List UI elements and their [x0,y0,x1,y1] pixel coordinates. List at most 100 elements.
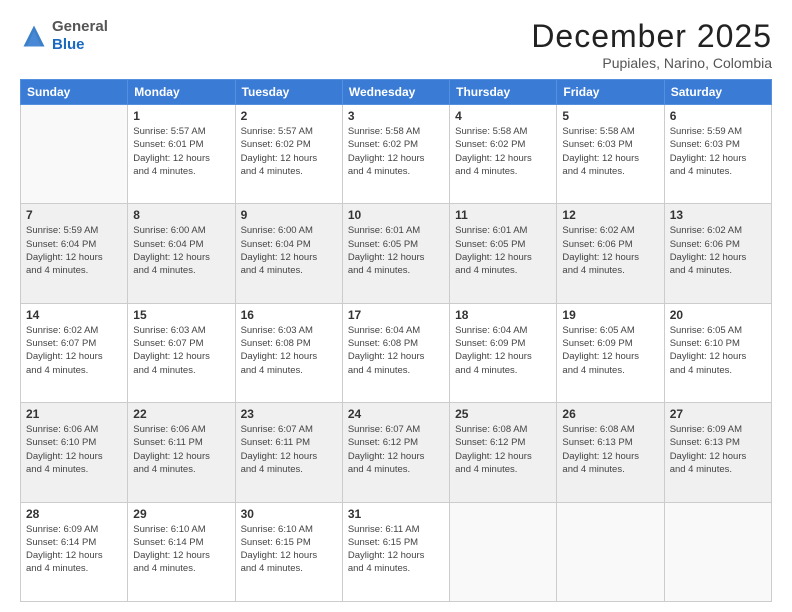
day-number: 29 [133,507,229,521]
day-number: 10 [348,208,444,222]
calendar-week-row: 21 Sunrise: 6:06 AM Sunset: 6:10 PM Dayli… [21,403,772,502]
day-info: Sunrise: 6:06 AM Sunset: 6:11 PM Dayligh… [133,423,229,476]
day-number: 25 [455,407,551,421]
day-info: Sunrise: 6:02 AM Sunset: 6:07 PM Dayligh… [26,324,122,377]
calendar-day-cell: 16 Sunrise: 6:03 AM Sunset: 6:08 PM Dayli… [235,303,342,402]
calendar-day-cell: 10 Sunrise: 6:01 AM Sunset: 6:05 PM Dayli… [342,204,449,303]
calendar-day-cell: 3Sunrise: 5:58 AM Sunset: 6:02 PM Daylig… [342,105,449,204]
header-cell-friday: Friday [557,80,664,105]
day-number: 26 [562,407,658,421]
calendar-day-cell: 13Sunrise: 6:02 AM Sunset: 6:06 PM Dayli… [664,204,771,303]
day-info: Sunrise: 6:10 AM Sunset: 6:15 PM Dayligh… [241,523,337,576]
calendar-day-cell: 25 Sunrise: 6:08 AM Sunset: 6:12 PM Dayli… [450,403,557,502]
day-info: Sunrise: 6:03 AM Sunset: 6:08 PM Dayligh… [241,324,337,377]
calendar-day-cell [450,502,557,601]
day-number: 9 [241,208,337,222]
day-info: Sunrise: 6:01 AM Sunset: 6:05 PM Dayligh… [348,224,444,277]
calendar-day-cell: 9 Sunrise: 6:00 AM Sunset: 6:04 PM Daylig… [235,204,342,303]
day-number: 13 [670,208,766,222]
day-info: Sunrise: 6:07 AM Sunset: 6:11 PM Dayligh… [241,423,337,476]
logo-blue-text: Blue [52,36,85,53]
day-info: Sunrise: 6:08 AM Sunset: 6:12 PM Dayligh… [455,423,551,476]
day-number: 6 [670,109,766,123]
header-cell-thursday: Thursday [450,80,557,105]
day-info: Sunrise: 6:07 AM Sunset: 6:12 PM Dayligh… [348,423,444,476]
location-subtitle: Pupiales, Narino, Colombia [531,55,772,71]
day-info: Sunrise: 6:05 AM Sunset: 6:10 PM Dayligh… [670,324,766,377]
day-number: 14 [26,308,122,322]
day-number: 23 [241,407,337,421]
title-block: December 2025 Pupiales, Narino, Colombia [531,18,772,71]
calendar-day-cell: 26 Sunrise: 6:08 AM Sunset: 6:13 PM Dayli… [557,403,664,502]
day-info: Sunrise: 6:11 AM Sunset: 6:15 PM Dayligh… [348,523,444,576]
calendar-day-cell: 27Sunrise: 6:09 AM Sunset: 6:13 PM Dayli… [664,403,771,502]
calendar-day-cell: 23 Sunrise: 6:07 AM Sunset: 6:11 PM Dayli… [235,403,342,502]
day-info: Sunrise: 6:04 AM Sunset: 6:09 PM Dayligh… [455,324,551,377]
day-info: Sunrise: 6:10 AM Sunset: 6:14 PM Dayligh… [133,523,229,576]
day-info: Sunrise: 5:57 AM Sunset: 6:01 PM Dayligh… [133,125,229,178]
calendar-day-cell: 5 Sunrise: 5:58 AM Sunset: 6:03 PM Daylig… [557,105,664,204]
calendar-day-cell: 14 Sunrise: 6:02 AM Sunset: 6:07 PM Dayli… [21,303,128,402]
header-cell-monday: Monday [128,80,235,105]
calendar-week-row: 14 Sunrise: 6:02 AM Sunset: 6:07 PM Dayli… [21,303,772,402]
day-number: 31 [348,507,444,521]
calendar-week-row: 1Sunrise: 5:57 AM Sunset: 6:01 PM Daylig… [21,105,772,204]
day-number: 12 [562,208,658,222]
calendar-header-row: SundayMondayTuesdayWednesdayThursdayFrid… [21,80,772,105]
calendar-day-cell: 15Sunrise: 6:03 AM Sunset: 6:07 PM Dayli… [128,303,235,402]
calendar-day-cell: 29 Sunrise: 6:10 AM Sunset: 6:14 PM Dayli… [128,502,235,601]
calendar-day-cell: 21 Sunrise: 6:06 AM Sunset: 6:10 PM Dayli… [21,403,128,502]
day-number: 19 [562,308,658,322]
calendar-day-cell: 31 Sunrise: 6:11 AM Sunset: 6:15 PM Dayli… [342,502,449,601]
calendar-day-cell: 28 Sunrise: 6:09 AM Sunset: 6:14 PM Dayli… [21,502,128,601]
day-info: Sunrise: 6:00 AM Sunset: 6:04 PM Dayligh… [241,224,337,277]
day-info: Sunrise: 6:00 AM Sunset: 6:04 PM Dayligh… [133,224,229,277]
day-info: Sunrise: 6:08 AM Sunset: 6:13 PM Dayligh… [562,423,658,476]
day-number: 5 [562,109,658,123]
calendar-day-cell [664,502,771,601]
day-info: Sunrise: 5:59 AM Sunset: 6:03 PM Dayligh… [670,125,766,178]
day-info: Sunrise: 6:06 AM Sunset: 6:10 PM Dayligh… [26,423,122,476]
day-info: Sunrise: 6:05 AM Sunset: 6:09 PM Dayligh… [562,324,658,377]
calendar-day-cell: 22 Sunrise: 6:06 AM Sunset: 6:11 PM Dayli… [128,403,235,502]
header-cell-tuesday: Tuesday [235,80,342,105]
day-info: Sunrise: 5:58 AM Sunset: 6:02 PM Dayligh… [455,125,551,178]
day-number: 3 [348,109,444,123]
calendar-day-cell: 24Sunrise: 6:07 AM Sunset: 6:12 PM Dayli… [342,403,449,502]
calendar-day-cell: 30 Sunrise: 6:10 AM Sunset: 6:15 PM Dayli… [235,502,342,601]
day-number: 30 [241,507,337,521]
day-number: 21 [26,407,122,421]
month-title: December 2025 [531,18,772,55]
day-number: 2 [241,109,337,123]
calendar-day-cell: 8Sunrise: 6:00 AM Sunset: 6:04 PM Daylig… [128,204,235,303]
day-number: 7 [26,208,122,222]
day-number: 22 [133,407,229,421]
day-number: 11 [455,208,551,222]
day-number: 17 [348,308,444,322]
day-info: Sunrise: 6:02 AM Sunset: 6:06 PM Dayligh… [562,224,658,277]
calendar-day-cell: 2 Sunrise: 5:57 AM Sunset: 6:02 PM Daylig… [235,105,342,204]
day-number: 15 [133,308,229,322]
calendar-day-cell [21,105,128,204]
day-number: 18 [455,308,551,322]
day-info: Sunrise: 5:57 AM Sunset: 6:02 PM Dayligh… [241,125,337,178]
calendar-day-cell: 19 Sunrise: 6:05 AM Sunset: 6:09 PM Dayli… [557,303,664,402]
header-cell-saturday: Saturday [664,80,771,105]
calendar-day-cell: 6 Sunrise: 5:59 AM Sunset: 6:03 PM Daylig… [664,105,771,204]
calendar-day-cell: 17Sunrise: 6:04 AM Sunset: 6:08 PM Dayli… [342,303,449,402]
logo: General Blue [20,18,108,54]
calendar-day-cell: 7Sunrise: 5:59 AM Sunset: 6:04 PM Daylig… [21,204,128,303]
day-number: 28 [26,507,122,521]
calendar-day-cell: 18 Sunrise: 6:04 AM Sunset: 6:09 PM Dayli… [450,303,557,402]
calendar-day-cell: 11Sunrise: 6:01 AM Sunset: 6:05 PM Dayli… [450,204,557,303]
calendar-day-cell [557,502,664,601]
day-info: Sunrise: 6:09 AM Sunset: 6:14 PM Dayligh… [26,523,122,576]
calendar-day-cell: 4Sunrise: 5:58 AM Sunset: 6:02 PM Daylig… [450,105,557,204]
day-info: Sunrise: 5:58 AM Sunset: 6:03 PM Dayligh… [562,125,658,178]
header-cell-sunday: Sunday [21,80,128,105]
day-number: 16 [241,308,337,322]
header: General Blue December 2025 Pupiales, Nar… [20,18,772,71]
day-number: 27 [670,407,766,421]
calendar-day-cell: 20Sunrise: 6:05 AM Sunset: 6:10 PM Dayli… [664,303,771,402]
calendar-week-row: 28 Sunrise: 6:09 AM Sunset: 6:14 PM Dayli… [21,502,772,601]
